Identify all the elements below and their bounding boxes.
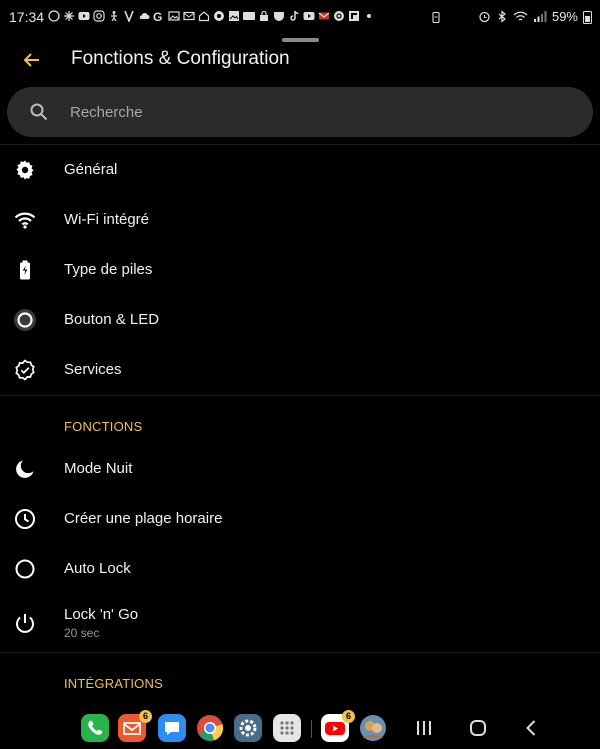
notification-badge: 6 xyxy=(139,710,152,723)
circle-icon xyxy=(15,559,35,579)
search-bar[interactable] xyxy=(7,87,593,137)
circle-button-icon xyxy=(14,309,36,331)
menu-item-label: Bouton & LED xyxy=(64,311,160,328)
phone-icon xyxy=(88,720,103,735)
page-title: Fonctions & Configuration xyxy=(71,48,290,69)
bluetooth-icon xyxy=(498,10,506,23)
apps-drawer[interactable] xyxy=(273,714,301,742)
menu-item-label: Services xyxy=(64,361,122,378)
battery-saver-icon xyxy=(432,11,440,23)
status-bar: 17:34 G 59% xyxy=(0,0,600,34)
avatar xyxy=(360,715,386,741)
instagram-icon xyxy=(93,10,105,22)
svg-text:G: G xyxy=(153,10,162,22)
phone-app[interactable] xyxy=(81,714,109,742)
arrow-left-icon[interactable] xyxy=(20,48,44,72)
image-icon xyxy=(168,11,180,21)
menu-item-label: Général xyxy=(64,161,118,178)
gear-icon xyxy=(239,719,257,737)
gear-icon xyxy=(16,160,34,180)
alarm-icon xyxy=(479,11,490,23)
dot-icon xyxy=(367,14,371,18)
search-icon xyxy=(30,103,48,121)
moon-icon xyxy=(16,460,34,478)
section-header-fonctions: FONCTIONS xyxy=(64,419,143,434)
cloud-icon xyxy=(139,12,150,19)
taskbar: 6 6 xyxy=(0,706,600,749)
mail-icon xyxy=(318,12,330,20)
pinwheel-icon xyxy=(64,11,74,21)
divider xyxy=(0,652,600,653)
menu-item-wifi[interactable]: Wi-Fi intégré xyxy=(0,195,600,245)
youtube-app[interactable]: 6 xyxy=(321,710,355,742)
menu-item-auto-lock[interactable]: Auto Lock xyxy=(0,544,600,594)
lock-icon xyxy=(260,10,268,21)
power-icon xyxy=(16,614,34,633)
dock-separator xyxy=(311,720,312,738)
youtube-icon xyxy=(303,12,315,20)
menu-item-button-led[interactable]: Bouton & LED xyxy=(0,295,600,345)
v-icon xyxy=(124,10,134,22)
back-button[interactable] xyxy=(520,716,544,740)
menu-item-services[interactable]: Services xyxy=(0,345,600,395)
whatsapp-icon xyxy=(48,10,60,22)
pocket-icon xyxy=(274,12,284,21)
email-app[interactable]: 6 xyxy=(118,710,152,742)
menu-item-time-slot[interactable]: Créer une plage horaire xyxy=(0,494,600,544)
menu-item-label: Lock 'n' Go xyxy=(64,606,139,623)
menu-item-label: Type de piles xyxy=(64,261,153,278)
mail-icon xyxy=(183,11,195,21)
ebay-icon xyxy=(243,12,255,20)
messages-app[interactable] xyxy=(158,714,186,742)
divider xyxy=(0,395,600,396)
menu-item-battery-type[interactable]: Type de piles xyxy=(0,245,600,295)
menu-item-value: 20 sec xyxy=(64,626,100,640)
recent-apps-button[interactable] xyxy=(412,716,436,740)
grammarly-icon xyxy=(334,11,344,21)
menu-item-general[interactable]: Général xyxy=(0,145,600,195)
status-right: 59% xyxy=(430,9,592,24)
wifi-icon xyxy=(513,11,528,21)
flipboard-icon xyxy=(349,11,359,21)
search-input[interactable] xyxy=(70,87,570,137)
chrome-icon xyxy=(197,715,224,741)
wifi-icon xyxy=(14,212,36,229)
stickman-icon xyxy=(111,11,117,22)
home-icon xyxy=(198,11,210,22)
avatar-app[interactable] xyxy=(359,714,387,742)
notification-icons: G xyxy=(48,10,375,22)
image-icon xyxy=(229,11,239,21)
signal-icon xyxy=(533,11,547,22)
app-header: Fonctions & Configuration xyxy=(0,40,600,80)
youtube-icon xyxy=(78,12,90,20)
menu-item-label: Mode Nuit xyxy=(64,460,133,477)
battery-level: 59% xyxy=(551,9,578,24)
clock-icon xyxy=(15,509,35,529)
battery-icon xyxy=(583,10,592,24)
menu-item-label: Auto Lock xyxy=(64,560,131,577)
chat-icon xyxy=(165,722,179,735)
section-header-integrations: INTÉGRATIONS xyxy=(64,676,163,691)
grid-icon xyxy=(280,721,294,735)
notification-badge: 6 xyxy=(342,710,355,723)
settings-app[interactable] xyxy=(234,714,262,742)
tiktok-icon xyxy=(290,10,299,21)
menu-item-label: Wi-Fi intégré xyxy=(64,211,150,228)
google-icon: G xyxy=(153,10,162,22)
battery-charging-icon xyxy=(20,260,30,280)
status-time: 17:34 xyxy=(9,9,45,25)
menu-item-label: Créer une plage horaire xyxy=(64,510,223,527)
menu-item-lock-n-go[interactable]: Lock 'n' Go 20 sec xyxy=(0,598,600,648)
chrome-icon xyxy=(214,11,224,21)
menu-item-night-mode[interactable]: Mode Nuit xyxy=(0,444,600,494)
chrome-app[interactable] xyxy=(196,714,224,742)
home-button[interactable] xyxy=(466,716,490,740)
verified-badge-icon xyxy=(15,359,35,381)
